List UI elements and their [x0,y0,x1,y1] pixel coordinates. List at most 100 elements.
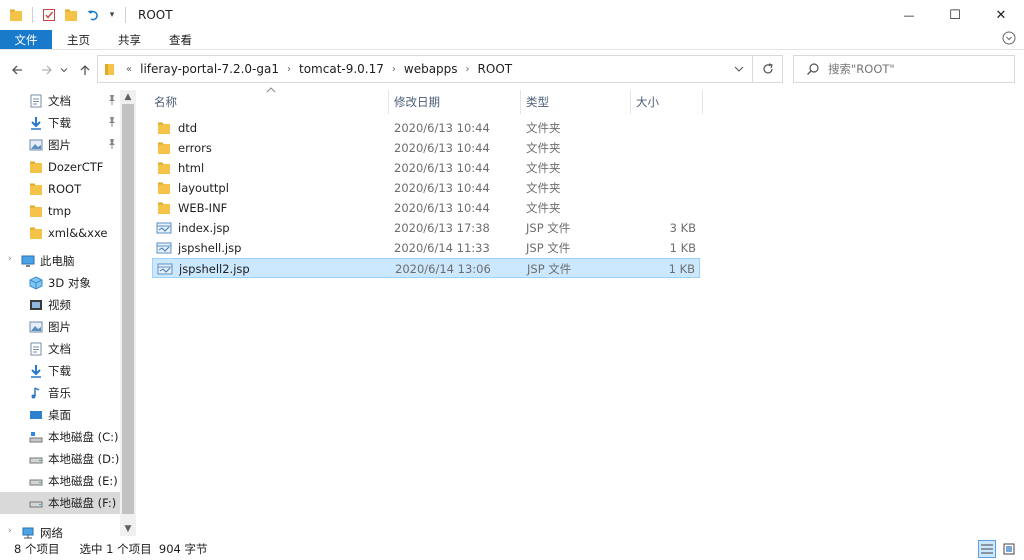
file-row[interactable]: layouttpl 2020/6/13 10:44 文件夹 [152,178,700,198]
column-divider[interactable] [702,90,703,114]
navigation-pane: 文档 下载 图片 DozerCTF ROOT tmp xml&&xxe › 此电脑 3D 对象 视频… [0,90,136,540]
sidebar-item[interactable]: 本地磁盘 (C:) [0,426,120,448]
sidebar-item[interactable]: › 此电脑 [0,250,120,272]
file-row[interactable]: errors 2020/6/13 10:44 文件夹 [152,138,700,158]
chevron-right-icon[interactable]: › [462,64,474,75]
jsp-file-icon [157,261,173,277]
drive-icon [28,451,44,467]
sidebar-item[interactable]: DozerCTF [0,156,120,178]
file-row[interactable]: jspshell.jsp 2020/6/14 11:33 JSP 文件 1 KB [152,238,700,258]
sidebar-item[interactable]: 文档 [0,90,120,112]
tab-share[interactable]: 共享 [104,30,155,49]
file-row[interactable]: WEB-INF 2020/6/13 10:44 文件夹 [152,198,700,218]
chevron-down-icon [60,68,68,73]
tab-view[interactable]: 查看 [155,30,206,49]
toolbar-divider [32,7,33,23]
scrollbar-thumb[interactable] [122,104,134,514]
sidebar-item[interactable]: 桌面 [0,404,120,426]
tab-home[interactable]: 主页 [53,30,104,49]
sidebar-item-label: xml&&xxe [48,226,108,240]
back-button[interactable] [6,59,28,81]
sidebar-item[interactable]: 图片 [0,134,120,156]
sidebar-item[interactable]: 本地磁盘 (F:) [0,492,120,514]
ribbon-expand-icon[interactable] [1002,31,1016,45]
folder-icon [104,62,116,76]
search-input[interactable] [828,62,998,76]
maximize-button[interactable]: ☐ [932,0,978,30]
details-view-button[interactable] [978,540,996,558]
pin-icon [106,116,118,128]
scroll-up-icon[interactable]: ▲ [120,90,136,104]
folder-icon [28,159,44,175]
file-date: 2020/6/13 10:44 [394,121,490,135]
file-row[interactable]: dtd 2020/6/13 10:44 文件夹 [152,118,700,138]
file-name-cell: errors [156,138,212,158]
breadcrumb-item[interactable]: webapps [400,62,462,76]
new-folder-icon[interactable] [63,7,79,23]
refresh-button[interactable] [752,56,782,82]
expand-arrow-icon[interactable]: › [8,254,12,264]
close-button[interactable]: ✕ [978,0,1024,30]
sidebar-item[interactable]: 下载 [0,360,120,382]
sidebar-item-label: 文档 [48,94,71,108]
scroll-down-icon[interactable]: ▼ [120,522,136,536]
sidebar-item[interactable]: xml&&xxe [0,222,120,244]
window-controls: — ☐ ✕ [886,0,1024,30]
customize-toolbar-dropdown[interactable]: ▾ [107,7,117,23]
large-icons-view-button[interactable] [1000,540,1018,558]
documents-icon [28,341,44,357]
folder-icon [156,200,172,216]
navigation-bar: « liferay-portal-7.2.0-ga1 › tomcat-9.0.… [0,55,1024,85]
file-size: 1 KB [668,262,695,276]
folder-icon [156,140,172,156]
sidebar-item[interactable]: 音乐 [0,382,120,404]
arrow-left-icon [12,65,22,75]
up-button[interactable] [74,59,96,81]
chevron-right-icon[interactable]: › [388,64,400,75]
column-header-type[interactable]: 类型 [520,90,630,114]
breadcrumb-item[interactable]: ROOT [474,62,517,76]
navigation-scrollbar[interactable]: ▲ ▼ [120,90,136,536]
column-header-size[interactable]: 大小 [630,90,702,114]
file-name: layouttpl [178,181,229,195]
file-row[interactable]: jspshell2.jsp 2020/6/14 13:06 JSP 文件 1 KB [152,258,700,278]
sidebar-item[interactable]: 文档 [0,338,120,360]
breadcrumb-item[interactable]: tomcat-9.0.17 [295,62,388,76]
address-bar[interactable]: « liferay-portal-7.2.0-ga1 › tomcat-9.0.… [97,55,783,83]
sidebar-item[interactable]: tmp [0,200,120,222]
window-title: ROOT [138,8,173,22]
sidebar-item-label: ROOT [48,182,82,196]
recent-locations-button[interactable] [58,59,70,81]
folder-icon[interactable] [8,7,24,23]
sidebar-item-label: tmp [48,204,72,218]
sidebar-item[interactable]: 3D 对象 [0,272,120,294]
arrow-up-icon [80,65,90,75]
sidebar-item[interactable]: 本地磁盘 (E:) [0,470,120,492]
sidebar-item[interactable]: 本地磁盘 (D:) [0,448,120,470]
file-row[interactable]: index.jsp 2020/6/13 17:38 JSP 文件 3 KB [152,218,700,238]
address-dropdown-button[interactable] [732,62,746,76]
column-header-date[interactable]: 修改日期 [388,90,520,114]
sidebar-item-label: 3D 对象 [48,276,91,290]
file-row[interactable]: html 2020/6/13 10:44 文件夹 [152,158,700,178]
chevron-right-icon[interactable]: › [283,64,295,75]
breadcrumb-item[interactable]: liferay-portal-7.2.0-ga1 [136,62,283,76]
expand-arrow-icon[interactable]: › [8,526,12,536]
sidebar-item[interactable]: ROOT [0,178,120,200]
file-name: jspshell.jsp [178,241,242,255]
properties-icon[interactable] [41,7,57,23]
download-icon [28,363,44,379]
sidebar-item[interactable]: 下载 [0,112,120,134]
tab-file[interactable]: 文件 [0,30,52,49]
breadcrumb: « liferay-portal-7.2.0-ga1 › tomcat-9.0.… [122,62,516,76]
undo-icon[interactable] [85,7,101,23]
column-header-name[interactable]: 名称 [148,90,388,114]
breadcrumb-overflow[interactable]: « [122,64,136,75]
minimize-button[interactable]: — [886,0,932,30]
sidebar-item[interactable]: 图片 [0,316,120,338]
folder-icon [156,160,172,176]
search-box[interactable] [793,55,1015,83]
file-name: errors [178,141,212,155]
sidebar-item[interactable]: 视频 [0,294,120,316]
forward-button[interactable] [36,59,58,81]
